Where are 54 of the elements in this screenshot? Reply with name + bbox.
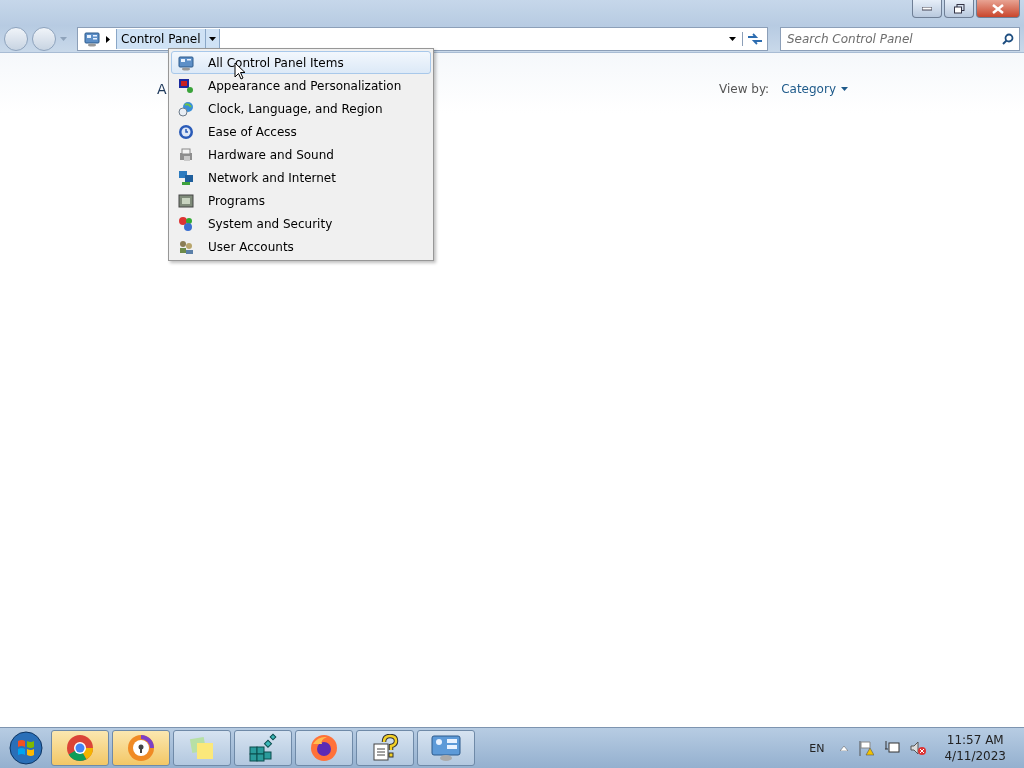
- firefox-icon: [310, 734, 338, 762]
- page-heading: A: [157, 81, 167, 97]
- caret-icon: [208, 37, 216, 41]
- printer-icon: [178, 146, 194, 163]
- minimize-icon: [922, 6, 932, 11]
- menu-item[interactable]: Appearance and Personalization: [171, 74, 431, 97]
- show-hidden-icons-icon[interactable]: [840, 745, 849, 751]
- sticky-notes-icon: [188, 734, 216, 762]
- flag-warning-icon[interactable]: [858, 740, 875, 756]
- programs-icon: [178, 192, 194, 209]
- breadcrumb[interactable]: Control Panel: [116, 29, 206, 49]
- breadcrumb-arrow-icon: [106, 35, 110, 43]
- control-panel-icon: [84, 31, 100, 47]
- globe-clock-icon: [178, 100, 194, 117]
- clock-date: 4/11/2023: [944, 748, 1006, 764]
- clock-time: 11:57 AM: [946, 732, 1004, 748]
- search-field[interactable]: Search Control Panel: [780, 27, 1020, 51]
- taskbar-app-button[interactable]: [417, 730, 475, 766]
- history-caret-icon: [60, 37, 67, 41]
- restore-button[interactable]: [944, 0, 974, 18]
- restore-icon: [953, 3, 965, 14]
- chrome-icon: [66, 734, 94, 762]
- taskbar-app-button[interactable]: [112, 730, 170, 766]
- caret-icon: [841, 87, 848, 91]
- language-indicator[interactable]: EN: [809, 741, 825, 755]
- search-icon: [1002, 33, 1014, 45]
- menu-item[interactable]: Clock, Language, and Region: [171, 97, 431, 120]
- taskbar-app-button[interactable]: [295, 730, 353, 766]
- control-panel-icon: [178, 54, 194, 71]
- menu-item[interactable]: Ease of Access: [171, 120, 431, 143]
- close-icon: [992, 3, 1004, 14]
- taskbar-app-button[interactable]: [173, 730, 231, 766]
- network-icon[interactable]: [884, 740, 901, 756]
- paint-monitor-icon: [178, 77, 194, 94]
- lock-shield-icon: [127, 734, 155, 762]
- view-by-dropdown[interactable]: Category: [781, 82, 848, 96]
- menu-item[interactable]: Programs: [171, 189, 431, 212]
- menu-item[interactable]: Hardware and Sound: [171, 143, 431, 166]
- menu-item[interactable]: User Accounts: [171, 235, 431, 258]
- cubes-icon: [248, 733, 278, 763]
- menu-item[interactable]: All Control Panel Items: [171, 51, 431, 74]
- menu-item[interactable]: System and Security: [171, 212, 431, 235]
- taskbar-app-button[interactable]: [234, 730, 292, 766]
- menu-item[interactable]: Network and Internet: [171, 166, 431, 189]
- users-icon: [178, 238, 194, 255]
- speaker-muted-icon[interactable]: [910, 740, 927, 756]
- close-button[interactable]: [976, 0, 1020, 18]
- address-dropdown-icon: [729, 37, 736, 41]
- view-by-label: View by:: [719, 82, 770, 96]
- network-icon: [178, 169, 194, 186]
- taskbar-app-button[interactable]: [356, 730, 414, 766]
- taskbar-app-button[interactable]: [51, 730, 109, 766]
- control-panel-icon: [431, 734, 461, 762]
- help-document-icon: [371, 734, 399, 762]
